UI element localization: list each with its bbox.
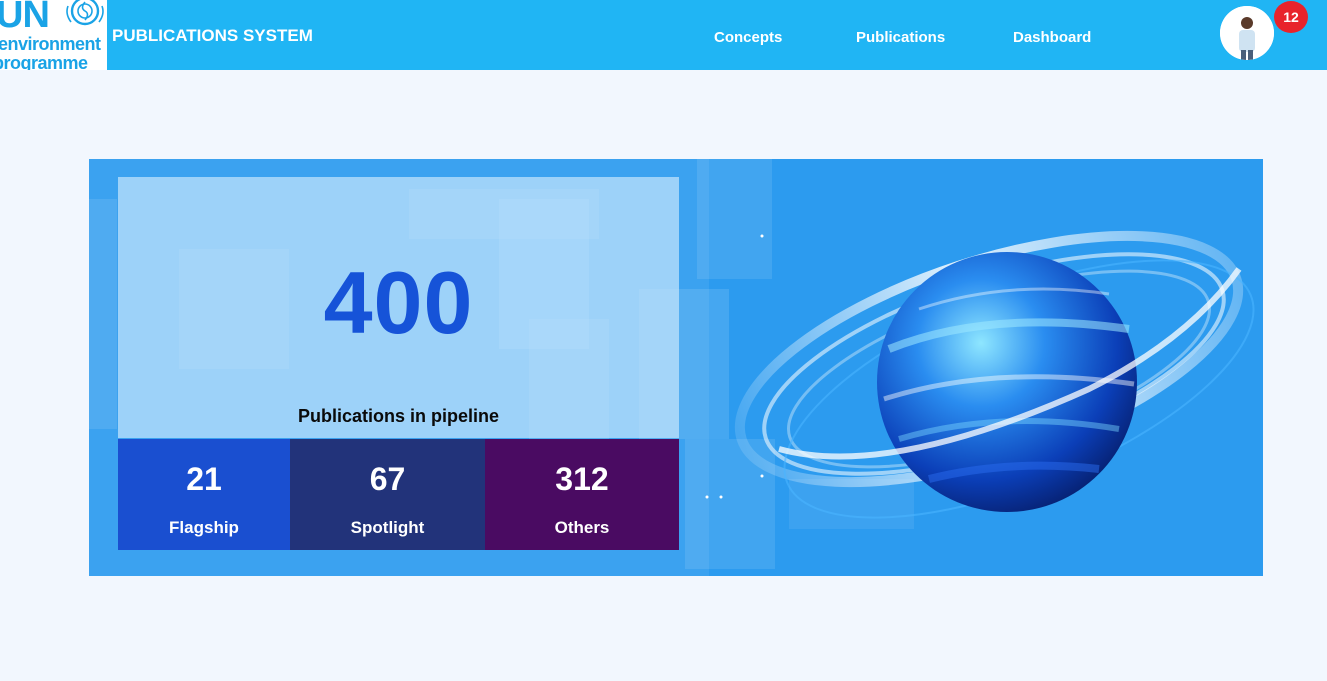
category-spotlight[interactable]: 67 Spotlight (290, 439, 485, 550)
logo-un-text: UN (0, 0, 50, 36)
spotlight-label: Spotlight (350, 518, 425, 537)
others-label: Others (554, 518, 610, 537)
top-navigation-bar: UN environment programme PUBLICATIONS SY… (0, 0, 1327, 70)
nav-publications[interactable]: Publications (856, 29, 945, 46)
logo-programme-text: programme (0, 53, 88, 70)
app-title: PUBLICATIONS SYSTEM (112, 26, 313, 45)
total-publications-label: Publications in pipeline (297, 406, 500, 426)
others-count: 312 (555, 461, 609, 497)
un-environment-logo[interactable]: UN environment programme (0, 0, 107, 70)
un-emblem-icon (66, 0, 104, 26)
total-publications-count: 400 (323, 253, 474, 352)
pipeline-banner: 400 Publications in pipeline 21 Flagship… (89, 159, 1263, 576)
notification-badge[interactable]: 12 (1274, 1, 1308, 33)
flagship-label: Flagship (169, 518, 239, 537)
flagship-count: 21 (186, 461, 222, 497)
logo-environment-text: environment (0, 34, 101, 54)
total-publications-panel: 400 Publications in pipeline (118, 177, 679, 438)
category-others[interactable]: 312 Others (485, 439, 679, 550)
user-photo-icon (1220, 6, 1274, 60)
spotlight-count: 67 (369, 461, 406, 497)
nav-dashboard[interactable]: Dashboard (1013, 29, 1091, 46)
user-avatar[interactable] (1220, 6, 1274, 60)
nav-concepts[interactable]: Concepts (714, 29, 782, 46)
category-flagship[interactable]: 21 Flagship (118, 439, 290, 550)
